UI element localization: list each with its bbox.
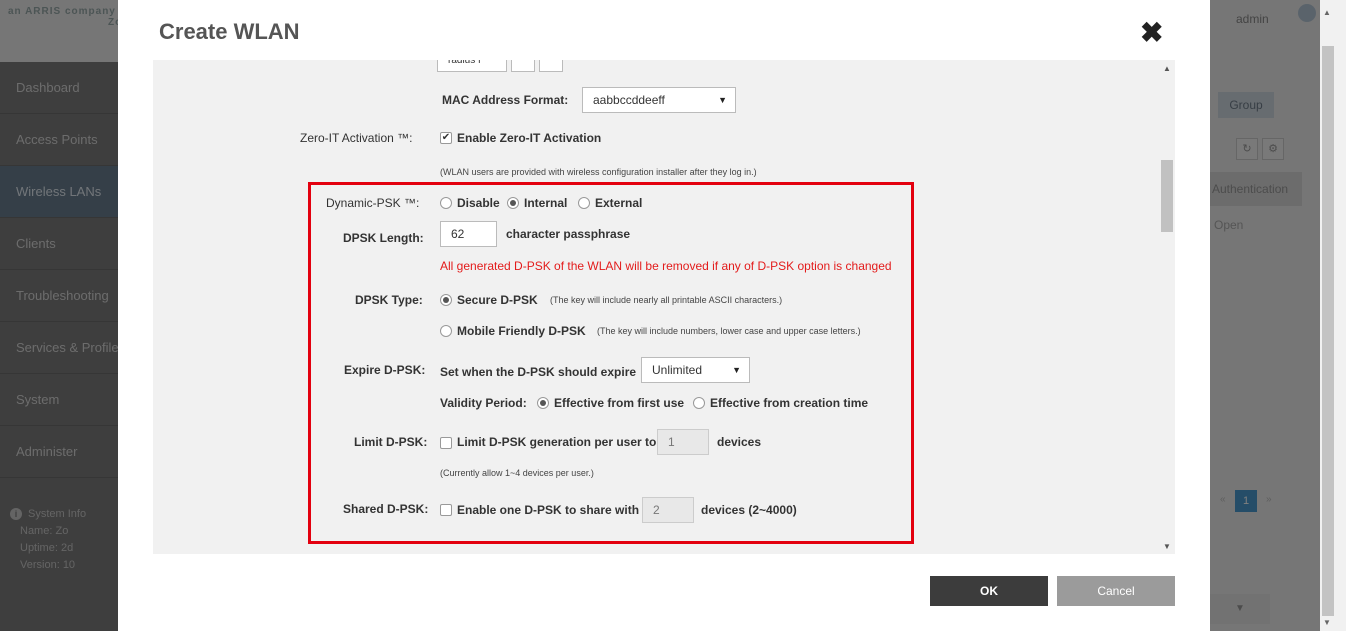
create-wlan-dialog: Create WLAN ✖ radius f MAC Address Forma…	[118, 0, 1210, 631]
zero-it-checkbox[interactable]: ✔	[440, 132, 452, 144]
partial-select[interactable]: radius f	[437, 60, 507, 72]
close-icon[interactable]: ✖	[1140, 16, 1163, 49]
partial-select-3[interactable]	[539, 60, 563, 72]
scroll-up-icon[interactable]: ▲	[1323, 8, 1331, 17]
mac-format-label: MAC Address Format:	[442, 93, 569, 107]
dialog-form: radius f MAC Address Format: aabbccddeef…	[153, 60, 1161, 554]
page-scroll-thumb[interactable]	[1322, 46, 1334, 616]
chevron-down-icon: ▼	[718, 95, 727, 105]
scroll-down-icon[interactable]: ▼	[1323, 618, 1331, 627]
scroll-up-icon[interactable]: ▲	[1163, 64, 1171, 73]
zero-it-note: (WLAN users are provided with wireless c…	[440, 167, 757, 177]
ok-button[interactable]: OK	[930, 576, 1048, 606]
scroll-down-icon[interactable]: ▼	[1163, 542, 1171, 551]
partial-select-2[interactable]	[511, 60, 535, 72]
highlight-box	[308, 182, 914, 544]
dialog-scroll-thumb[interactable]	[1161, 160, 1173, 232]
page-scrollbar[interactable]: ▲ ▼	[1320, 0, 1346, 631]
zero-it-label: Zero-IT Activation ™:	[300, 131, 413, 145]
dialog-scroll-area: radius f MAC Address Format: aabbccddeef…	[153, 60, 1175, 554]
zero-it-checkbox-label[interactable]: Enable Zero-IT Activation	[457, 131, 601, 145]
dialog-title: Create WLAN	[159, 19, 300, 44]
dialog-scrollbar[interactable]: ▲ ▼	[1159, 60, 1175, 554]
mac-format-select[interactable]: aabbccddeeff ▼	[582, 87, 736, 113]
cancel-button[interactable]: Cancel	[1057, 576, 1175, 606]
